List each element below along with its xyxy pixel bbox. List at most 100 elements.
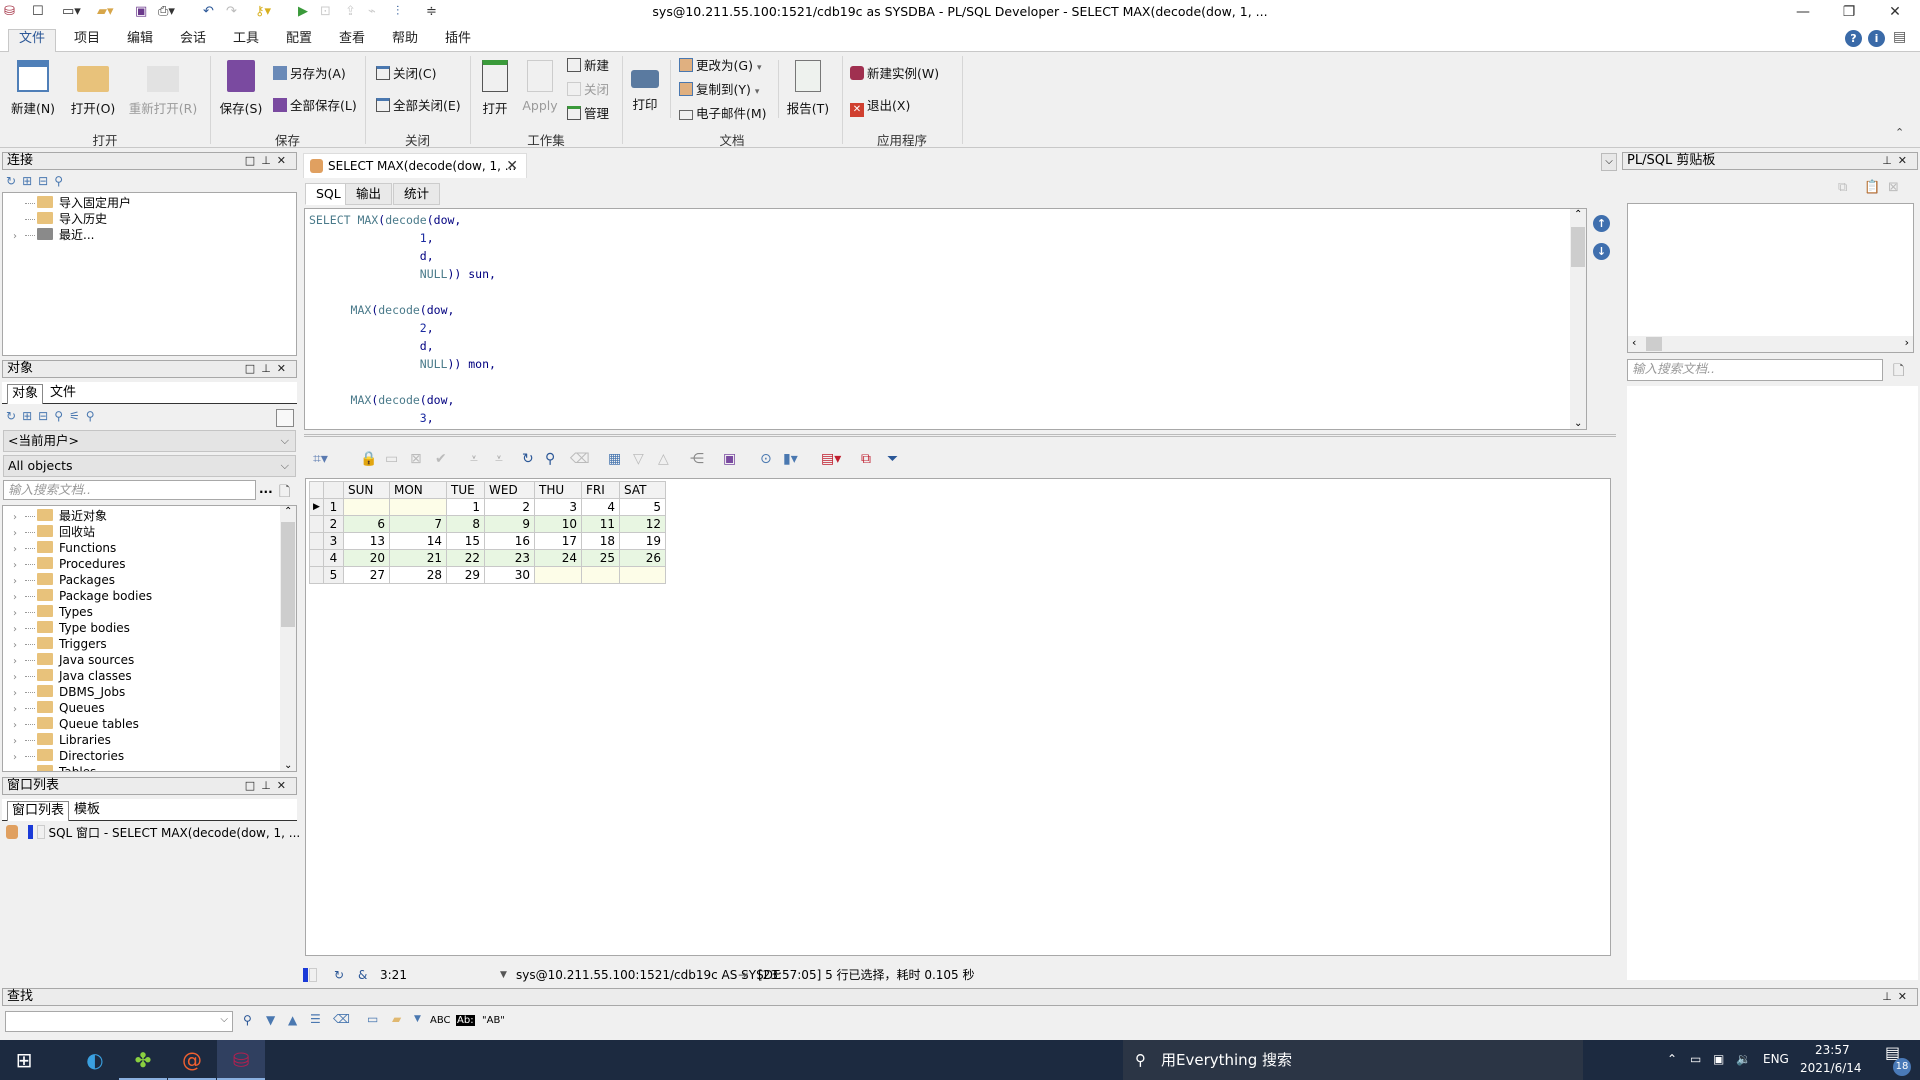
scroll-up-icon[interactable]: ⌃ <box>284 506 292 517</box>
pin-icon[interactable]: ⇥ <box>738 964 748 986</box>
table-cell[interactable]: 18 <box>581 532 620 550</box>
scroll-left-icon[interactable]: ‹ <box>1632 336 1636 349</box>
table-cell[interactable] <box>619 566 666 584</box>
table-cell[interactable] <box>581 566 620 584</box>
chevron-right-icon[interactable]: › <box>13 766 25 771</box>
workset-close-button[interactable]: 关闭 <box>567 80 609 100</box>
edge-icon[interactable]: ◐ <box>71 1040 119 1080</box>
refresh-icon[interactable]: ↻ <box>6 174 22 188</box>
tree-item[interactable]: › 回收站 <box>13 524 95 540</box>
tab-help[interactable]: 帮助 <box>392 30 418 52</box>
table-cell[interactable]: 30 <box>484 566 535 584</box>
tab-edit[interactable]: 编辑 <box>127 30 153 52</box>
start-icon[interactable]: ⊞ <box>0 1040 48 1080</box>
find-icon[interactable]: ⚲ <box>54 409 69 423</box>
find-folder-dropdown-icon[interactable]: ▼ <box>414 1014 421 1024</box>
single-record-icon[interactable]: ▦ <box>608 451 621 467</box>
scroll-down-icon[interactable]: ⌄ <box>284 760 292 771</box>
new-instance-button[interactable]: 新建实例(W) <box>850 64 939 84</box>
tab-window-list[interactable]: 窗口列表 <box>7 801 70 821</box>
table-cell[interactable]: 16 <box>484 532 535 550</box>
sql-editor[interactable]: SELECT MAX(decode(dow, 1, d, NULL)) sun,… <box>304 208 1587 430</box>
filter-icon[interactable]: ⚟ <box>69 409 86 423</box>
panel-controls[interactable]: □⊥✕ <box>245 153 292 169</box>
document-tab[interactable]: SELECT MAX(decode(dow, 1, ... ✕ <box>303 153 527 178</box>
close-button[interactable]: ✕ <box>1872 0 1918 25</box>
table-cell[interactable]: 8 <box>446 515 485 533</box>
row-number[interactable]: 3 <box>323 532 344 550</box>
table-cell[interactable]: 11 <box>581 515 620 533</box>
table-cell[interactable]: 26 <box>619 549 666 567</box>
editor-scrollbar[interactable]: ⌃ ⌄ <box>1570 209 1586 429</box>
row-number[interactable]: 2 <box>323 515 344 533</box>
save-all-button[interactable]: 全部保存(L) <box>273 96 357 116</box>
tray-expand-icon[interactable]: ⌃ <box>1667 1052 1677 1066</box>
tab-statistics[interactable]: 统计 <box>393 183 441 205</box>
find-icon[interactable]: ⚲ <box>545 451 555 467</box>
scroll-right-icon[interactable]: › <box>1905 336 1909 349</box>
restore-button[interactable]: ❐ <box>1826 0 1872 25</box>
tree-item[interactable]: › Queue tables <box>13 716 139 732</box>
tree-item[interactable]: 导入固定用户 <box>13 195 131 211</box>
tree-item[interactable]: › Types <box>13 604 93 620</box>
tree-item[interactable]: › Packages <box>13 572 115 588</box>
table-cell[interactable]: 23 <box>484 549 535 567</box>
new-doc-icon[interactable]: 🗋 <box>1893 360 1904 384</box>
result-grid[interactable]: SUN MON TUE WED THU FRI SAT ▶ 1 1 2 3 4 5 2 6 7 8 9 10 11 12… <box>305 478 1611 956</box>
table-cell[interactable]: 17 <box>534 532 582 550</box>
tree-item[interactable]: › 最近对象 <box>13 508 107 524</box>
copy-to-button[interactable]: 复制到(Y) ▾ <box>679 80 759 100</box>
table-cell[interactable]: 24 <box>534 549 582 567</box>
next-page-icon[interactable]: ⩡ <box>470 451 478 467</box>
tree-item[interactable]: 导入历史 <box>13 211 107 227</box>
workset-new-button[interactable]: 新建 <box>567 56 609 76</box>
whole-word-toggle[interactable]: Ab: <box>456 1015 475 1026</box>
workset-open-button[interactable]: 打开 <box>478 60 512 117</box>
tree-item[interactable]: › Directories <box>13 748 124 764</box>
change-to-button[interactable]: 更改为(G) ▾ <box>679 56 761 76</box>
objects-scrollbar[interactable]: ⌃ ⌄ <box>280 506 296 771</box>
email-button[interactable]: 电子邮件(M) <box>679 104 767 124</box>
tab-output[interactable]: 输出 <box>345 183 393 205</box>
connection-dropdown-icon[interactable]: ▼ <box>500 964 507 986</box>
tab-templates[interactable]: 模板 <box>70 801 104 821</box>
workset-apply-button[interactable]: Apply <box>520 60 560 113</box>
close-tab-icon[interactable]: ✕ <box>506 154 518 178</box>
taskbar-search[interactable]: ⚲ 用Everything 搜索 <box>1123 1040 1583 1080</box>
column-header[interactable]: THU <box>534 481 582 499</box>
collapse-all-icon[interactable]: ⊟ <box>38 409 54 423</box>
table-row[interactable]: 2 6 7 8 9 10 11 12 <box>309 515 666 533</box>
new-doc-icon[interactable]: 🗋 <box>279 481 290 505</box>
tab-objects[interactable]: 对象 <box>7 384 44 404</box>
table-cell[interactable]: 6 <box>343 515 390 533</box>
find-prev-icon[interactable]: ▲ <box>288 1013 297 1027</box>
tree-item[interactable]: › Triggers <box>13 636 107 652</box>
scroll-thumb[interactable] <box>1571 227 1585 267</box>
match-case-toggle[interactable]: ABC <box>430 1015 451 1026</box>
tab-view[interactable]: 查看 <box>339 30 365 52</box>
export-grid-icon[interactable]: ▤▾ <box>821 451 841 467</box>
table-cell[interactable]: 2 <box>484 498 535 516</box>
plsql-developer-icon[interactable]: ⛁ <box>217 1040 265 1080</box>
table-cell[interactable]: 7 <box>389 515 447 533</box>
scroll-thumb[interactable] <box>1646 337 1662 351</box>
clear-highlight-icon[interactable]: ⌫ <box>333 1012 350 1026</box>
clock-time[interactable]: 23:57 <box>1815 1043 1850 1057</box>
table-cell[interactable]: 28 <box>389 566 447 584</box>
tab-file[interactable]: 文件 <box>8 29 57 53</box>
table-cell[interactable]: 27 <box>343 566 390 584</box>
clear-clipboard-icon[interactable]: ⊠ <box>1888 180 1899 195</box>
workset-manage-button[interactable]: 管理 <box>567 104 609 124</box>
report-button[interactable]: 报告(T) <box>786 60 830 117</box>
lock-icon[interactable]: 🔒 <box>360 451 377 467</box>
tree-item[interactable]: › Package bodies <box>13 588 152 604</box>
table-cell[interactable]: 1 <box>446 498 485 516</box>
close-doc-button[interactable]: 关闭(C) <box>376 64 436 84</box>
volume-icon[interactable]: 🔉 <box>1736 1052 1751 1066</box>
table-cell[interactable]: 20 <box>343 549 390 567</box>
find-folder-icon[interactable]: ▰ <box>392 1012 401 1026</box>
clear-icon[interactable]: ⌫ <box>570 451 590 467</box>
scroll-thumb[interactable] <box>281 522 295 627</box>
tree-item[interactable]: › Libraries <box>13 732 111 748</box>
object-type-select[interactable]: All objects ⌵ <box>3 455 296 477</box>
